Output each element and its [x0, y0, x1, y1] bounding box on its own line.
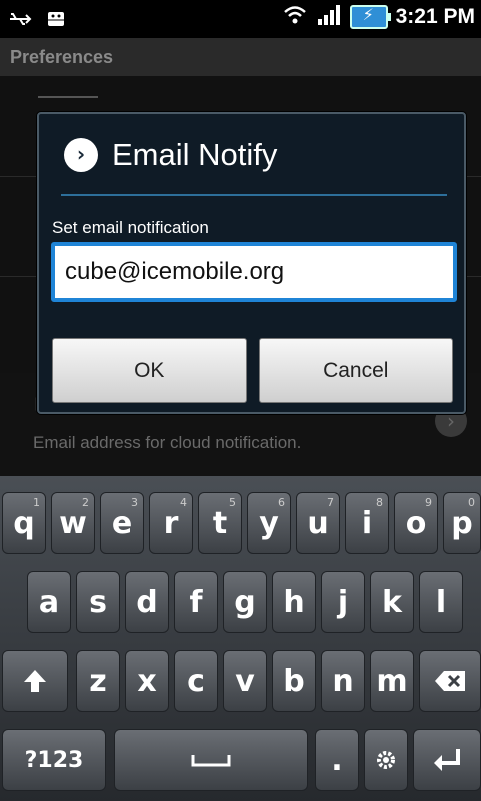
- preferences-header: Preferences: [0, 38, 481, 76]
- email-pref-subtitle: Email address for cloud notification.: [33, 433, 302, 452]
- dialog-button-bar: OK Cancel: [52, 338, 453, 403]
- status-bar: ⚡ 3:21 PM: [0, 0, 481, 38]
- key-label: u: [307, 505, 329, 541]
- android-icon: [44, 6, 68, 36]
- key-hint: 3: [131, 496, 138, 509]
- key-hint: 1: [33, 496, 40, 509]
- key-h[interactable]: h: [272, 571, 316, 633]
- key-r[interactable]: 4r: [149, 492, 193, 554]
- enter-arrow-icon: [434, 749, 460, 771]
- email-notify-dialog: › Email Notify Set email notification cu…: [37, 112, 466, 414]
- key-a[interactable]: a: [27, 571, 71, 633]
- key-i[interactable]: 8i: [345, 492, 389, 554]
- usb-icon: [8, 8, 34, 34]
- key-s[interactable]: s: [76, 571, 120, 633]
- key-label: r: [163, 505, 179, 541]
- backspace-icon: [435, 671, 465, 691]
- period-key[interactable]: .: [315, 729, 359, 791]
- key-label: p: [451, 505, 473, 541]
- battery-icon: ⚡: [349, 5, 391, 29]
- space-key[interactable]: [114, 729, 308, 791]
- key-label: y: [259, 505, 279, 541]
- dialog-divider: [61, 194, 447, 196]
- key-e[interactable]: 3e: [100, 492, 144, 554]
- ok-button[interactable]: OK: [52, 338, 247, 403]
- key-t[interactable]: 5t: [198, 492, 242, 554]
- backspace-key[interactable]: [419, 650, 481, 712]
- key-y[interactable]: 6y: [247, 492, 291, 554]
- key-label: w: [59, 505, 87, 541]
- key-p[interactable]: 0p: [443, 492, 481, 554]
- key-label: e: [111, 505, 133, 541]
- key-hint: 4: [180, 496, 187, 509]
- key-hint: 6: [278, 496, 285, 509]
- key-hint: 0: [468, 496, 475, 509]
- soft-keyboard: 1q 2w 3e 4r 5t 6y 7u 8i 9o 0p a s d f g …: [0, 476, 481, 801]
- enter-key[interactable]: [413, 729, 481, 791]
- key-z[interactable]: z: [76, 650, 120, 712]
- key-label: t: [212, 505, 228, 541]
- key-w[interactable]: 2w: [51, 492, 95, 554]
- mode-change-key[interactable]: ?123: [2, 729, 106, 791]
- key-k[interactable]: k: [370, 571, 414, 633]
- space-bar-icon: [191, 755, 231, 767]
- signal-icon: [316, 4, 342, 30]
- key-hint: 9: [425, 496, 432, 509]
- key-label: o: [405, 505, 427, 541]
- key-u[interactable]: 7u: [296, 492, 340, 554]
- status-left-icons: [8, 6, 68, 36]
- status-right-icons: ⚡ 3:21 PM: [282, 4, 475, 30]
- wifi-icon: [282, 4, 308, 30]
- status-time: 3:21 PM: [395, 5, 475, 28]
- key-d[interactable]: d: [125, 571, 169, 633]
- key-j[interactable]: j: [321, 571, 365, 633]
- email-field[interactable]: cube@icemobile.org: [51, 242, 457, 302]
- cancel-button[interactable]: Cancel: [258, 338, 453, 403]
- shift-arrow-icon: [24, 670, 46, 692]
- gear-icon: [377, 751, 395, 769]
- settings-key[interactable]: [364, 729, 408, 791]
- key-x[interactable]: x: [125, 650, 169, 712]
- key-hint: 5: [229, 496, 236, 509]
- dialog-header: › Email Notify: [64, 137, 277, 173]
- shift-key[interactable]: [2, 650, 68, 712]
- dialog-title: Email Notify: [112, 137, 278, 172]
- key-hint: 7: [327, 496, 334, 509]
- key-v[interactable]: v: [223, 650, 267, 712]
- key-o[interactable]: 9o: [394, 492, 438, 554]
- key-hint: 8: [376, 496, 383, 509]
- key-hint: 2: [82, 496, 89, 509]
- key-label: i: [361, 505, 373, 541]
- key-f[interactable]: f: [174, 571, 218, 633]
- email-field-label: Set email notification: [52, 218, 209, 237]
- key-m[interactable]: m: [370, 650, 414, 712]
- key-c[interactable]: c: [174, 650, 218, 712]
- key-q[interactable]: 1q: [2, 492, 46, 554]
- key-g[interactable]: g: [223, 571, 267, 633]
- key-l[interactable]: l: [419, 571, 463, 633]
- key-label: q: [13, 505, 35, 541]
- key-b[interactable]: b: [272, 650, 316, 712]
- key-n[interactable]: n: [321, 650, 365, 712]
- chevron-right-icon: ›: [64, 138, 98, 172]
